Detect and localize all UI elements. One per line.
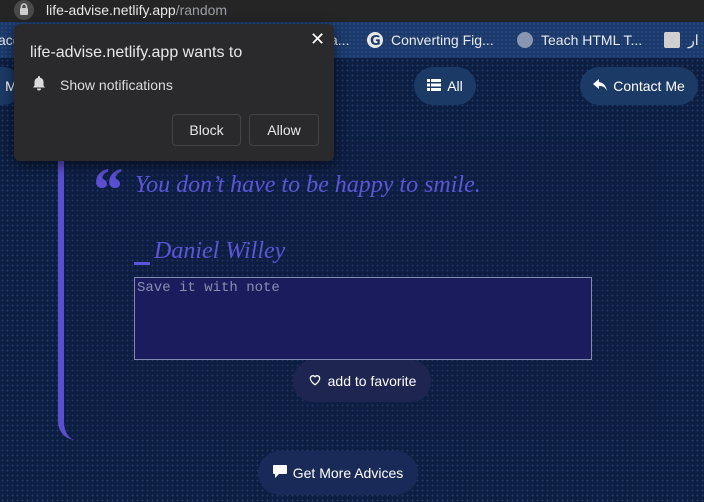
bookmark-item[interactable]: ار	[688, 32, 699, 49]
reply-icon	[593, 78, 608, 94]
svg-text:G: G	[370, 34, 381, 48]
notification-permission-popup: life-advise.netlify.app wants to ✕ Show …	[14, 24, 334, 161]
block-button[interactable]: Block	[172, 114, 241, 146]
note-input[interactable]	[134, 277, 592, 360]
all-button[interactable]: All	[414, 67, 476, 105]
url-text[interactable]: life-advise.netlify.app/random	[46, 2, 227, 18]
google-icon: G	[367, 32, 383, 49]
document-favicon-icon	[664, 32, 680, 48]
contact-button[interactable]: Contact Me	[580, 67, 698, 105]
heart-outline-icon	[308, 373, 322, 389]
favorite-label: add to favorite	[327, 373, 417, 389]
quote-mark-icon: “	[90, 154, 122, 225]
comment-icon	[272, 465, 287, 481]
allow-button[interactable]: Allow	[249, 114, 319, 146]
url-host: life-advise.netlify.app	[46, 2, 176, 18]
add-to-favorite-button[interactable]: add to favorite	[293, 360, 431, 402]
url-path: /random	[175, 2, 228, 18]
url-bar[interactable]: life-advise.netlify.app/random	[0, 0, 704, 22]
quote-text: You don’t have to be happy to smile.	[135, 172, 481, 198]
bookmark-item[interactable]: Teach HTML T...	[541, 32, 642, 48]
site-favicon-icon	[517, 32, 533, 48]
permission-label: Show notifications	[60, 77, 173, 93]
popup-title: life-advise.netlify.app wants to	[30, 44, 243, 61]
get-more-advices-button[interactable]: Get More Advices	[258, 451, 418, 495]
bell-icon	[32, 76, 46, 96]
site-info-icon[interactable]	[14, 0, 34, 20]
contact-label: Contact Me	[613, 78, 685, 94]
more-advices-label: Get More Advices	[292, 465, 404, 481]
bookmark-item[interactable]: Converting Fig...	[391, 32, 494, 48]
list-icon	[427, 78, 442, 94]
author-dash	[134, 262, 150, 265]
close-icon[interactable]: ✕	[310, 29, 325, 50]
quote-author: Daniel Willey	[154, 238, 286, 264]
all-label: All	[447, 78, 463, 94]
